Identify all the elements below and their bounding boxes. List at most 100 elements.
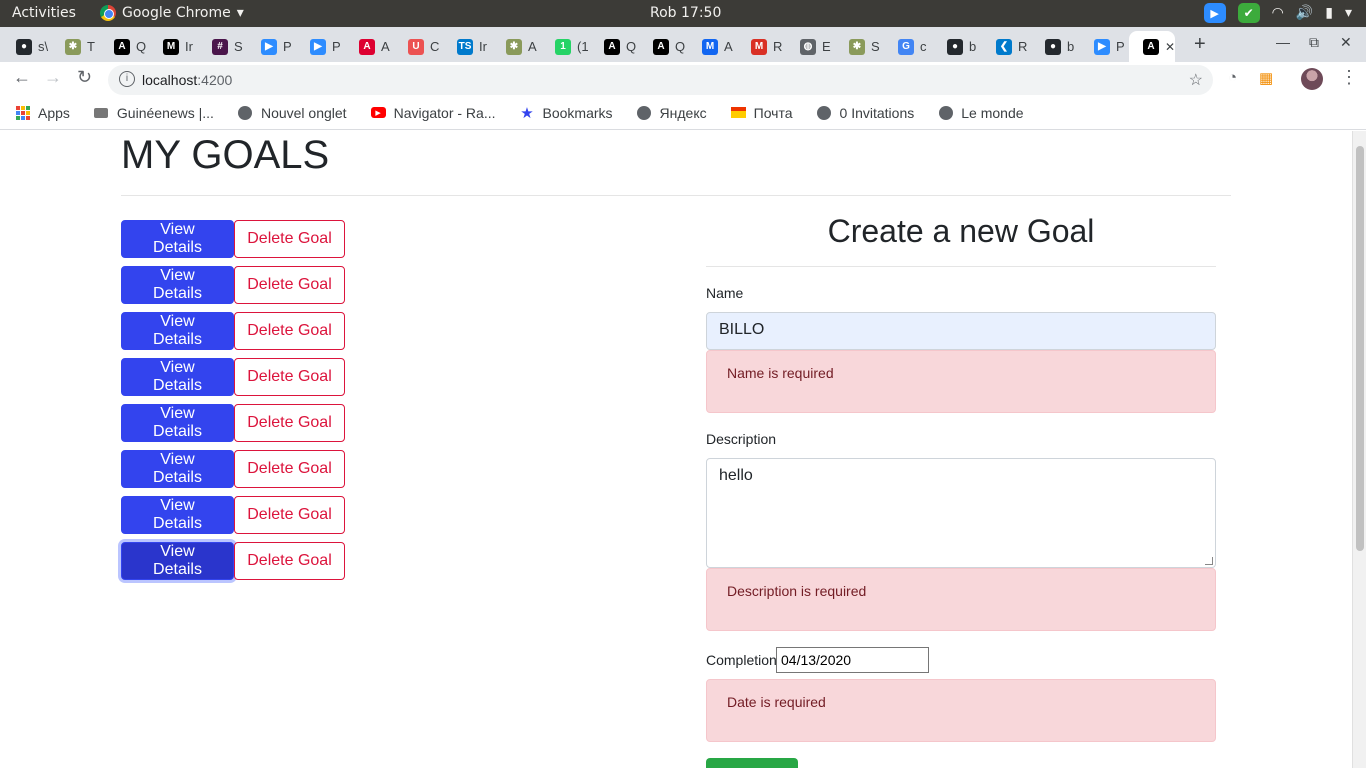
mdb-icon: M bbox=[702, 38, 718, 55]
tab[interactable]: 1 (1 bbox=[541, 31, 590, 62]
view-details-button[interactable]: View Details bbox=[121, 542, 234, 580]
bookmark-item[interactable]: ★ Bookmarks bbox=[520, 105, 612, 122]
activities-button[interactable]: Activities bbox=[12, 5, 76, 21]
tab[interactable]: AA bbox=[345, 31, 394, 62]
tab[interactable]: MR bbox=[737, 31, 786, 62]
tab[interactable]: ● b bbox=[1031, 31, 1080, 62]
zoom-tray-icon[interactable]: ▶ bbox=[1203, 3, 1226, 23]
speedometer-extension-icon[interactable]: ◔ bbox=[1228, 69, 1237, 86]
tab[interactable]: MA bbox=[688, 31, 737, 62]
tab[interactable]: TS Ir bbox=[443, 31, 492, 62]
info-icon[interactable]: i bbox=[119, 71, 135, 87]
view-details-button[interactable]: View Details bbox=[121, 312, 234, 350]
scrollbar-thumb[interactable] bbox=[1356, 146, 1364, 551]
clock[interactable]: Rob 17:50 bbox=[650, 5, 721, 21]
tab[interactable]: ● s\ bbox=[2, 31, 51, 62]
completion-date-input[interactable]: 04/13/2020 bbox=[776, 647, 929, 673]
wifi-icon[interactable]: ◠ bbox=[1272, 5, 1284, 21]
view-details-button[interactable]: View Details bbox=[121, 496, 234, 534]
goal-row: View Details Delete Goal bbox=[121, 312, 345, 350]
tab[interactable]: # S bbox=[198, 31, 247, 62]
tab[interactable]: ◍ E bbox=[786, 31, 835, 62]
bookmark-item[interactable]: Guinéenews |... bbox=[94, 105, 214, 121]
tab[interactable]: AQ bbox=[639, 31, 688, 62]
bookmark-item[interactable]: ▶ Navigator - Ra... bbox=[370, 105, 496, 121]
close-tab-icon[interactable]: ✕ bbox=[1165, 40, 1175, 54]
page-content: MY GOALS View Details Delete Goal View Det… bbox=[0, 131, 1352, 768]
delete-goal-button[interactable]: Delete Goal bbox=[234, 266, 345, 304]
zoom-icon: ▶ bbox=[310, 38, 326, 55]
view-details-button[interactable]: View Details bbox=[121, 220, 234, 258]
view-details-button[interactable]: View Details bbox=[121, 404, 234, 442]
palm-tree-icon: ✱ bbox=[849, 38, 865, 55]
view-details-button[interactable]: View Details bbox=[121, 450, 234, 488]
tab[interactable]: ▶ P bbox=[247, 31, 296, 62]
tab-label: b bbox=[1067, 39, 1075, 54]
close-window-icon[interactable]: ✕ bbox=[1340, 34, 1352, 51]
delete-goal-button[interactable]: Delete Goal bbox=[234, 220, 345, 258]
tab[interactable]: AQ bbox=[590, 31, 639, 62]
delete-goal-button[interactable]: Delete Goal bbox=[234, 312, 345, 350]
submit-button[interactable] bbox=[706, 758, 798, 768]
tab[interactable]: UC bbox=[394, 31, 443, 62]
goal-row: View Details Delete Goal bbox=[121, 496, 345, 534]
tab-label: (1 bbox=[577, 39, 589, 54]
tab-label: T bbox=[87, 39, 95, 54]
tab[interactable]: ✱ A bbox=[492, 31, 541, 62]
description-text: hello bbox=[719, 467, 753, 484]
angular-icon: A bbox=[1143, 38, 1159, 55]
address-bar[interactable]: i localhost:4200 ☆ bbox=[108, 65, 1213, 95]
back-icon[interactable]: ← bbox=[13, 67, 31, 88]
tab[interactable]: ❮ R bbox=[982, 31, 1031, 62]
security-tray-icon[interactable]: ✔ bbox=[1237, 3, 1260, 23]
bookmark-item[interactable]: Apps bbox=[15, 105, 70, 121]
view-details-button[interactable]: View Details bbox=[121, 358, 234, 396]
bookmark-star-icon[interactable]: ☆ bbox=[1189, 70, 1203, 90]
url-text[interactable]: localhost:4200 bbox=[142, 72, 232, 88]
layout-extension-icon[interactable]: ▦ bbox=[1259, 69, 1273, 87]
medium-icon: M bbox=[163, 38, 179, 55]
name-input[interactable]: BILLO bbox=[706, 312, 1216, 350]
delete-goal-button[interactable]: Delete Goal bbox=[234, 542, 345, 580]
tab[interactable]: Gc bbox=[884, 31, 933, 62]
description-textarea[interactable]: hello bbox=[706, 458, 1216, 568]
more-menu-icon[interactable]: ⋮ bbox=[1340, 67, 1358, 88]
tab[interactable]: ● b bbox=[933, 31, 982, 62]
forward-icon[interactable]: → bbox=[44, 67, 62, 88]
new-tab-button[interactable]: + bbox=[1194, 33, 1206, 56]
battery-icon[interactable]: ▮ bbox=[1325, 5, 1333, 21]
view-details-button[interactable]: View Details bbox=[121, 266, 234, 304]
tab[interactable]: M Ir bbox=[149, 31, 198, 62]
goal-row: View Details Delete Goal bbox=[121, 542, 345, 580]
volume-icon[interactable]: 🔊 bbox=[1296, 5, 1313, 21]
tab[interactable]: ▶ P bbox=[296, 31, 345, 62]
bookmark-item[interactable]: Почта bbox=[730, 105, 793, 121]
minimize-icon[interactable]: — bbox=[1276, 34, 1290, 50]
delete-goal-button[interactable]: Delete Goal bbox=[234, 404, 345, 442]
delete-goal-button[interactable]: Delete Goal bbox=[234, 358, 345, 396]
maximize-icon[interactable]: ⧉ bbox=[1309, 34, 1319, 51]
profile-avatar[interactable] bbox=[1301, 68, 1323, 90]
globe-icon bbox=[817, 105, 832, 120]
bookmark-item[interactable]: Le monde bbox=[938, 105, 1024, 121]
goal-row: View Details Delete Goal bbox=[121, 450, 345, 488]
page-scrollbar[interactable] bbox=[1352, 131, 1366, 768]
create-goal-form: Create a new Goal Name BILLO Name is req… bbox=[706, 211, 1216, 768]
tab-label: Ir bbox=[185, 39, 193, 54]
bookmark-item[interactable]: Nouvel onglet bbox=[238, 105, 347, 121]
goal-row: View Details Delete Goal bbox=[121, 220, 345, 258]
tab[interactable]: ✱ T bbox=[51, 31, 100, 62]
bookmark-item[interactable]: 0 Invitations bbox=[817, 105, 914, 121]
delete-goal-button[interactable]: Delete Goal bbox=[234, 496, 345, 534]
tab[interactable]: ▶ P bbox=[1080, 31, 1129, 62]
chevron-down-icon[interactable]: ▾ bbox=[1345, 5, 1352, 21]
reload-icon[interactable]: ↻ bbox=[77, 67, 92, 88]
tab[interactable]: ✱ S bbox=[835, 31, 884, 62]
tab[interactable]: AQ bbox=[100, 31, 149, 62]
bookmarks-bar: Apps Guinéenews |... Nouvel onglet ▶ Navigat… bbox=[0, 96, 1366, 130]
bookmark-item[interactable]: Яндекс bbox=[637, 105, 707, 121]
app-menu[interactable]: Google Chrome ▾ bbox=[100, 5, 244, 21]
tab-active[interactable]: A ✕ bbox=[1129, 31, 1175, 62]
delete-goal-button[interactable]: Delete Goal bbox=[234, 450, 345, 488]
resize-handle-icon[interactable] bbox=[1205, 557, 1213, 565]
